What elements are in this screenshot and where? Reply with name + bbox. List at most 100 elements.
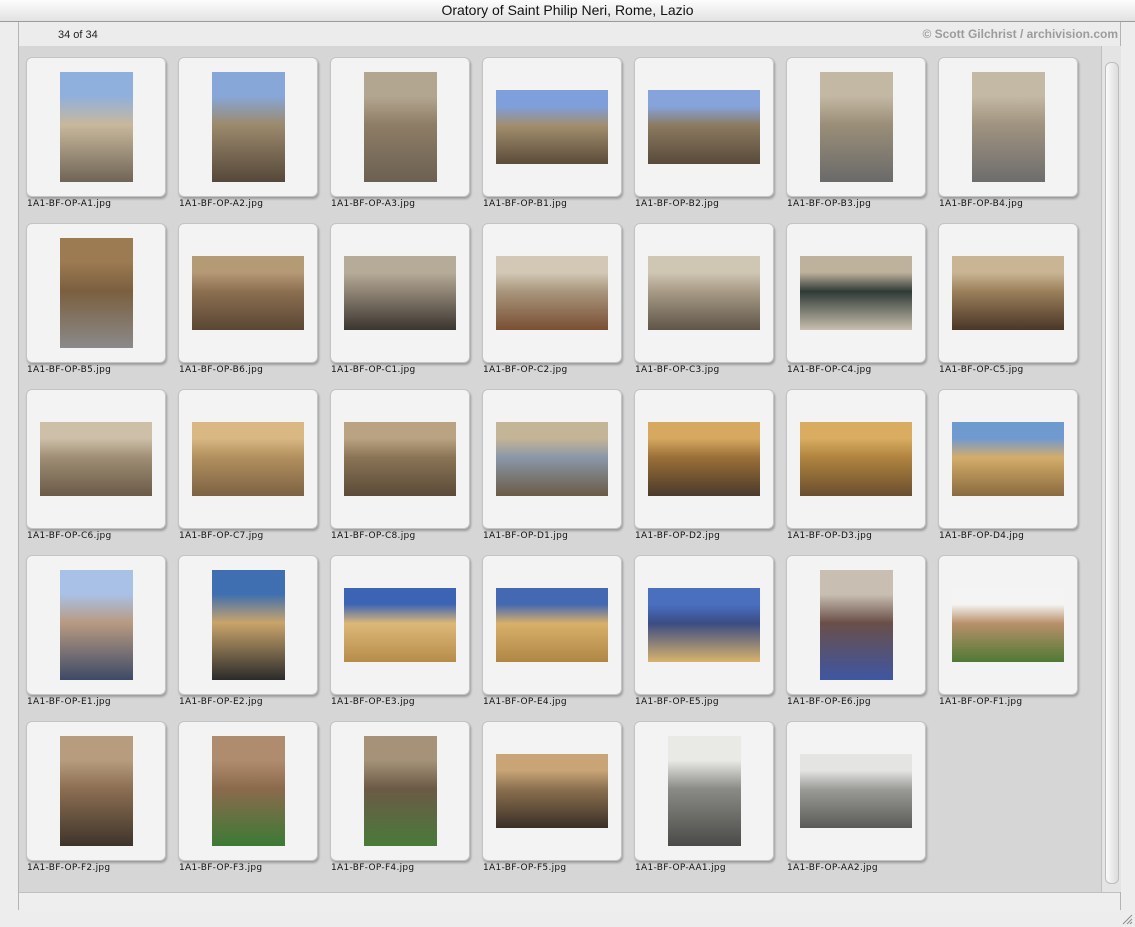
- thumbnail-image[interactable]: [820, 570, 893, 680]
- thumbnail-image[interactable]: [192, 422, 304, 496]
- thumbnail-item[interactable]: 1A1-BF-OP-F1.jpg: [931, 548, 1081, 708]
- thumbnail-item[interactable]: 1A1-BF-OP-E2.jpg: [171, 548, 321, 708]
- thumbnail-item[interactable]: 1A1-BF-OP-B4.jpg: [931, 50, 1081, 210]
- thumbnail-image[interactable]: [496, 90, 608, 164]
- slide-frame[interactable]: [178, 389, 318, 529]
- thumbnail-image[interactable]: [192, 256, 304, 330]
- thumbnail-item[interactable]: 1A1-BF-OP-F2.jpg: [19, 714, 169, 874]
- slide-frame[interactable]: [330, 389, 470, 529]
- thumbnail-image[interactable]: [952, 422, 1064, 496]
- thumbnail-item[interactable]: 1A1-BF-OP-B1.jpg: [475, 50, 625, 210]
- thumbnail-item[interactable]: 1A1-BF-OP-B3.jpg: [779, 50, 929, 210]
- thumbnail-item[interactable]: 1A1-BF-OP-E4.jpg: [475, 548, 625, 708]
- thumbnail-image[interactable]: [60, 72, 133, 182]
- thumbnail-item[interactable]: 1A1-BF-OP-A3.jpg: [323, 50, 473, 210]
- thumbnail-item[interactable]: 1A1-BF-OP-E3.jpg: [323, 548, 473, 708]
- slide-frame[interactable]: [330, 57, 470, 197]
- thumbnail-item[interactable]: 1A1-BF-OP-F3.jpg: [171, 714, 321, 874]
- thumbnail-image[interactable]: [800, 256, 912, 330]
- slide-frame[interactable]: [938, 555, 1078, 695]
- thumbnail-image[interactable]: [496, 588, 608, 662]
- slide-frame[interactable]: [634, 389, 774, 529]
- slide-frame[interactable]: [634, 555, 774, 695]
- thumbnail-image[interactable]: [668, 736, 741, 846]
- slide-frame[interactable]: [330, 555, 470, 695]
- slide-frame[interactable]: [634, 223, 774, 363]
- thumbnail-item[interactable]: 1A1-BF-OP-C2.jpg: [475, 216, 625, 376]
- slide-frame[interactable]: [178, 57, 318, 197]
- vertical-scrollbar[interactable]: [1101, 46, 1121, 892]
- slide-frame[interactable]: [938, 57, 1078, 197]
- thumbnail-image[interactable]: [800, 422, 912, 496]
- thumbnail-item[interactable]: 1A1-BF-OP-F4.jpg: [323, 714, 473, 874]
- thumbnail-image[interactable]: [344, 256, 456, 330]
- thumbnail-item[interactable]: 1A1-BF-OP-D3.jpg: [779, 382, 929, 542]
- vertical-scroll-thumb[interactable]: [1105, 62, 1119, 884]
- thumbnail-item[interactable]: 1A1-BF-OP-C3.jpg: [627, 216, 777, 376]
- resize-grip-icon[interactable]: [1121, 913, 1133, 925]
- thumbnail-image[interactable]: [60, 736, 133, 846]
- thumbnail-item[interactable]: 1A1-BF-OP-D2.jpg: [627, 382, 777, 542]
- slide-frame[interactable]: [634, 721, 774, 861]
- thumbnail-item[interactable]: 1A1-BF-OP-A2.jpg: [171, 50, 321, 210]
- thumbnail-item[interactable]: 1A1-BF-OP-D4.jpg: [931, 382, 1081, 542]
- thumbnail-image[interactable]: [648, 256, 760, 330]
- thumbnail-item[interactable]: 1A1-BF-OP-B2.jpg: [627, 50, 777, 210]
- thumbnail-image[interactable]: [648, 588, 760, 662]
- thumbnail-item[interactable]: 1A1-BF-OP-C6.jpg: [19, 382, 169, 542]
- thumbnail-item[interactable]: 1A1-BF-OP-E6.jpg: [779, 548, 929, 708]
- thumbnail-item[interactable]: 1A1-BF-OP-C7.jpg: [171, 382, 321, 542]
- slide-frame[interactable]: [26, 555, 166, 695]
- thumbnail-image[interactable]: [952, 256, 1064, 330]
- thumbnail-image[interactable]: [496, 256, 608, 330]
- thumbnail-item[interactable]: 1A1-BF-OP-D1.jpg: [475, 382, 625, 542]
- slide-frame[interactable]: [26, 389, 166, 529]
- slide-frame[interactable]: [178, 721, 318, 861]
- thumbnail-item[interactable]: 1A1-BF-OP-E1.jpg: [19, 548, 169, 708]
- thumbnail-image[interactable]: [212, 72, 285, 182]
- thumbnail-item[interactable]: 1A1-BF-OP-F5.jpg: [475, 714, 625, 874]
- thumbnail-image[interactable]: [212, 736, 285, 846]
- thumbnail-item[interactable]: 1A1-BF-OP-C4.jpg: [779, 216, 929, 376]
- thumbnail-image[interactable]: [648, 422, 760, 496]
- thumbnail-item[interactable]: 1A1-BF-OP-E5.jpg: [627, 548, 777, 708]
- slide-frame[interactable]: [178, 555, 318, 695]
- slide-frame[interactable]: [786, 389, 926, 529]
- thumbnail-image[interactable]: [496, 754, 608, 828]
- slide-frame[interactable]: [482, 555, 622, 695]
- thumbnail-image[interactable]: [364, 72, 437, 182]
- slide-frame[interactable]: [26, 721, 166, 861]
- slide-frame[interactable]: [330, 721, 470, 861]
- thumbnail-image[interactable]: [364, 736, 437, 846]
- thumbnail-image[interactable]: [60, 570, 133, 680]
- slide-frame[interactable]: [330, 223, 470, 363]
- thumbnail-image[interactable]: [344, 422, 456, 496]
- thumbnail-image[interactable]: [800, 754, 912, 828]
- thumbnail-image[interactable]: [344, 588, 456, 662]
- slide-frame[interactable]: [786, 555, 926, 695]
- slide-frame[interactable]: [482, 57, 622, 197]
- thumbnail-item[interactable]: 1A1-BF-OP-C8.jpg: [323, 382, 473, 542]
- slide-frame[interactable]: [938, 389, 1078, 529]
- thumbnail-image[interactable]: [212, 570, 285, 680]
- slide-frame[interactable]: [482, 721, 622, 861]
- thumbnail-item[interactable]: 1A1-BF-OP-B6.jpg: [171, 216, 321, 376]
- thumbnail-item[interactable]: 1A1-BF-OP-C5.jpg: [931, 216, 1081, 376]
- thumbnail-image[interactable]: [952, 588, 1064, 662]
- slide-frame[interactable]: [482, 389, 622, 529]
- slide-frame[interactable]: [482, 223, 622, 363]
- thumbnail-image[interactable]: [60, 238, 133, 348]
- slide-frame[interactable]: [786, 57, 926, 197]
- thumbnail-image[interactable]: [40, 422, 152, 496]
- thumbnail-image[interactable]: [972, 72, 1045, 182]
- thumbnail-image[interactable]: [648, 90, 760, 164]
- slide-frame[interactable]: [178, 223, 318, 363]
- slide-frame[interactable]: [634, 57, 774, 197]
- thumbnail-image[interactable]: [820, 72, 893, 182]
- thumbnail-item[interactable]: 1A1-BF-OP-C1.jpg: [323, 216, 473, 376]
- thumbnail-image[interactable]: [496, 422, 608, 496]
- slide-frame[interactable]: [26, 57, 166, 197]
- horizontal-scrollbar[interactable]: [19, 892, 1120, 911]
- thumbnail-item[interactable]: 1A1-BF-OP-A1.jpg: [19, 50, 169, 210]
- thumbnail-item[interactable]: 1A1-BF-OP-B5.jpg: [19, 216, 169, 376]
